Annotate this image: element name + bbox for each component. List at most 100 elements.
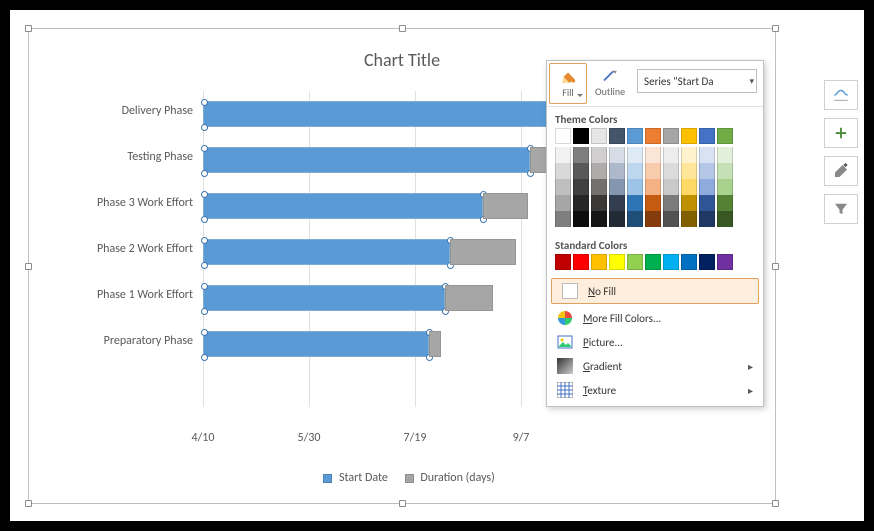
bar-series-duration[interactable]	[450, 239, 516, 265]
color-swatch[interactable]	[591, 128, 607, 144]
bar-series-duration[interactable]	[445, 285, 493, 311]
resize-handle[interactable]	[25, 500, 32, 507]
bar-series-start-date[interactable]	[203, 193, 483, 219]
color-swatch[interactable]	[663, 195, 679, 211]
color-swatch[interactable]	[681, 179, 697, 195]
color-swatch[interactable]	[555, 195, 571, 211]
resize-handle[interactable]	[772, 263, 779, 270]
color-swatch[interactable]	[663, 128, 679, 144]
chart-filters-button[interactable]	[824, 194, 858, 224]
series-select-handle[interactable]	[201, 216, 208, 223]
color-swatch[interactable]	[555, 147, 571, 163]
chart-elements-button[interactable]	[824, 80, 858, 110]
color-swatch[interactable]	[663, 163, 679, 179]
chart-row[interactable]: Delivery Phase	[203, 91, 563, 137]
color-swatch[interactable]	[699, 254, 715, 270]
bar-series-duration[interactable]	[429, 331, 441, 357]
color-swatch[interactable]	[573, 147, 589, 163]
series-select-handle[interactable]	[201, 283, 208, 290]
series-select-handle[interactable]	[201, 124, 208, 131]
color-swatch[interactable]	[609, 254, 625, 270]
color-swatch[interactable]	[681, 163, 697, 179]
color-swatch[interactable]	[591, 211, 607, 227]
color-swatch[interactable]	[699, 163, 715, 179]
gradient-menu-item[interactable]: Gradient ▸	[547, 354, 763, 378]
bar-series-start-date[interactable]	[203, 239, 450, 265]
chart-styles-button[interactable]	[824, 156, 858, 186]
series-select-handle[interactable]	[201, 191, 208, 198]
series-select-handle[interactable]	[201, 262, 208, 269]
color-swatch[interactable]	[627, 211, 643, 227]
color-swatch[interactable]	[681, 254, 697, 270]
series-select-handle[interactable]	[201, 237, 208, 244]
fill-button[interactable]: Fill	[549, 63, 587, 104]
color-swatch[interactable]	[573, 179, 589, 195]
picture-menu-item[interactable]: Picture...	[547, 330, 763, 354]
no-fill-menu-item[interactable]: No Fill	[551, 278, 759, 304]
color-swatch[interactable]	[717, 128, 733, 144]
color-swatch[interactable]	[573, 254, 589, 270]
color-swatch[interactable]	[609, 147, 625, 163]
color-swatch[interactable]	[555, 211, 571, 227]
color-swatch[interactable]	[681, 211, 697, 227]
series-select-handle[interactable]	[201, 354, 208, 361]
color-swatch[interactable]	[591, 254, 607, 270]
color-swatch[interactable]	[645, 254, 661, 270]
color-swatch[interactable]	[699, 147, 715, 163]
color-swatch[interactable]	[627, 147, 643, 163]
chart-legend[interactable]: Start Date Duration (days)	[29, 471, 775, 485]
color-swatch[interactable]	[627, 163, 643, 179]
color-swatch[interactable]	[627, 195, 643, 211]
bar-series-start-date[interactable]	[203, 101, 563, 127]
color-swatch[interactable]	[555, 163, 571, 179]
color-swatch[interactable]	[609, 128, 625, 144]
color-swatch[interactable]	[573, 163, 589, 179]
color-swatch[interactable]	[645, 147, 661, 163]
color-swatch[interactable]	[645, 163, 661, 179]
bar-series-duration[interactable]	[483, 193, 528, 219]
color-swatch[interactable]	[645, 195, 661, 211]
color-swatch[interactable]	[627, 254, 643, 270]
color-swatch[interactable]	[555, 254, 571, 270]
color-swatch[interactable]	[573, 128, 589, 144]
color-swatch[interactable]	[681, 147, 697, 163]
series-select-handle[interactable]	[201, 308, 208, 315]
resize-handle[interactable]	[399, 25, 406, 32]
color-swatch[interactable]	[717, 211, 733, 227]
resize-handle[interactable]	[25, 25, 32, 32]
color-swatch[interactable]	[717, 254, 733, 270]
color-swatch[interactable]	[591, 147, 607, 163]
color-swatch[interactable]	[591, 163, 607, 179]
color-swatch[interactable]	[681, 128, 697, 144]
color-swatch[interactable]	[591, 195, 607, 211]
color-swatch[interactable]	[717, 179, 733, 195]
color-swatch[interactable]	[699, 179, 715, 195]
color-swatch[interactable]	[645, 179, 661, 195]
color-swatch[interactable]	[627, 128, 643, 144]
color-swatch[interactable]	[717, 195, 733, 211]
color-swatch[interactable]	[609, 179, 625, 195]
series-select-handle[interactable]	[201, 145, 208, 152]
color-swatch[interactable]	[627, 179, 643, 195]
resize-handle[interactable]	[399, 500, 406, 507]
color-swatch[interactable]	[591, 179, 607, 195]
color-swatch[interactable]	[717, 163, 733, 179]
color-swatch[interactable]	[699, 211, 715, 227]
bar-series-start-date[interactable]	[203, 285, 445, 311]
resize-handle[interactable]	[772, 500, 779, 507]
color-swatch[interactable]	[663, 254, 679, 270]
series-selector[interactable]: Series "Start Da ▾	[637, 69, 757, 93]
chart-row[interactable]: Phase 2 Work Effort	[203, 229, 563, 275]
series-select-handle[interactable]	[201, 329, 208, 336]
outline-button[interactable]: Outline	[587, 63, 633, 102]
color-swatch[interactable]	[717, 147, 733, 163]
chart-row[interactable]: Phase 1 Work Effort	[203, 275, 563, 321]
chart-row[interactable]: Preparatory Phase	[203, 321, 563, 367]
series-select-handle[interactable]	[201, 170, 208, 177]
color-swatch[interactable]	[663, 179, 679, 195]
color-swatch[interactable]	[681, 195, 697, 211]
color-swatch[interactable]	[555, 128, 571, 144]
color-swatch[interactable]	[573, 195, 589, 211]
bar-series-start-date[interactable]	[203, 331, 429, 357]
add-chart-element-button[interactable]	[824, 118, 858, 148]
